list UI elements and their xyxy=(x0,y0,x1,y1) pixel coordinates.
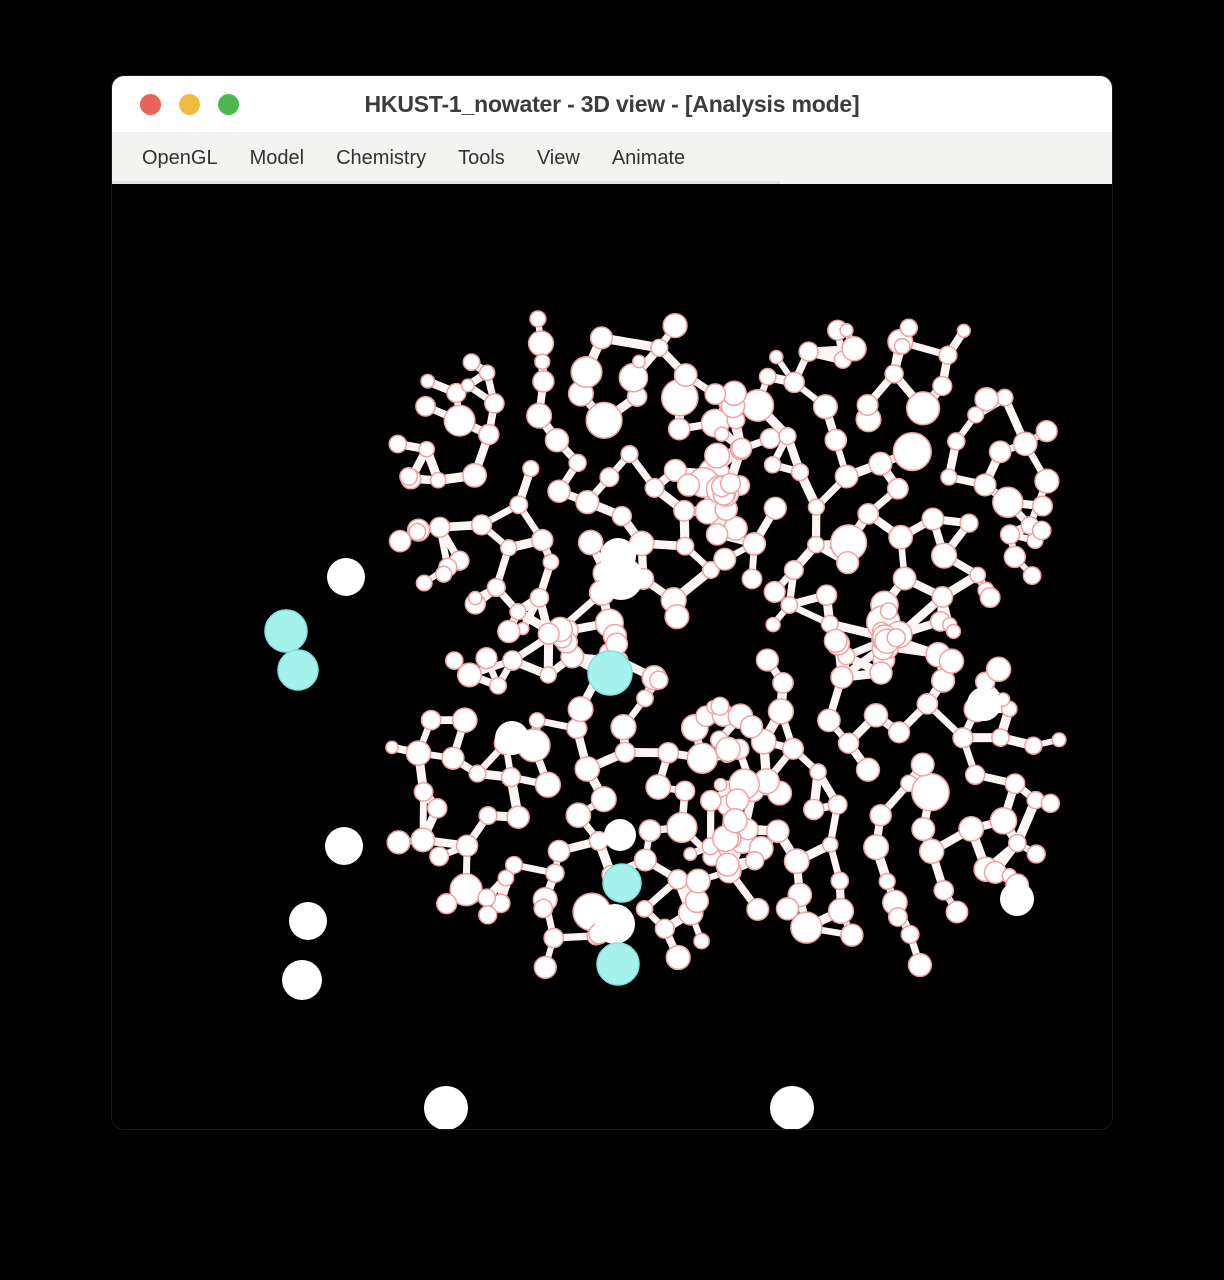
highlighted-atom xyxy=(264,609,308,653)
metal-atom xyxy=(424,1086,468,1129)
metal-atom xyxy=(595,904,635,944)
application-window: HKUST-1_nowater - 3D view - [Analysis mo… xyxy=(112,76,1112,1129)
metal-atom xyxy=(604,819,636,851)
metal-atom xyxy=(282,960,322,1000)
metal-atom xyxy=(325,827,363,865)
highlighted-atom xyxy=(596,942,640,986)
metal-atom xyxy=(495,721,529,755)
metal-atom xyxy=(327,558,365,596)
metal-atom xyxy=(289,902,327,940)
menu-item-view[interactable]: View xyxy=(521,132,596,184)
minimize-button[interactable] xyxy=(179,93,200,115)
close-button[interactable] xyxy=(140,93,161,115)
atoms-layer xyxy=(385,310,1067,980)
metal-atom xyxy=(967,687,1001,721)
metal-atom xyxy=(1000,882,1034,916)
metal-atom xyxy=(600,538,636,574)
menu-item-chemistry[interactable]: Chemistry xyxy=(320,132,442,184)
menu-bar: OpenGL Model Chemistry Tools View Animat… xyxy=(112,132,1112,184)
molecular-structure-render xyxy=(264,310,1067,1129)
menu-item-animate[interactable]: Animate xyxy=(596,132,701,184)
highlighted-atom xyxy=(602,863,642,903)
maximize-button[interactable] xyxy=(218,93,239,115)
menu-item-tools[interactable]: Tools xyxy=(442,132,521,184)
menu-item-opengl[interactable]: OpenGL xyxy=(126,132,234,184)
molecular-3d-viewport[interactable] xyxy=(112,184,1112,1129)
menu-item-model[interactable]: Model xyxy=(234,132,320,184)
window-title: HKUST-1_nowater - 3D view - [Analysis mo… xyxy=(364,91,860,117)
window-controls xyxy=(126,93,239,115)
metal-atom xyxy=(770,1086,814,1129)
highlighted-atom xyxy=(587,650,633,696)
screen: HKUST-1_nowater - 3D view - [Analysis mo… xyxy=(0,0,1224,1280)
title-bar: HKUST-1_nowater - 3D view - [Analysis mo… xyxy=(112,76,1112,132)
highlighted-atom xyxy=(277,649,319,691)
